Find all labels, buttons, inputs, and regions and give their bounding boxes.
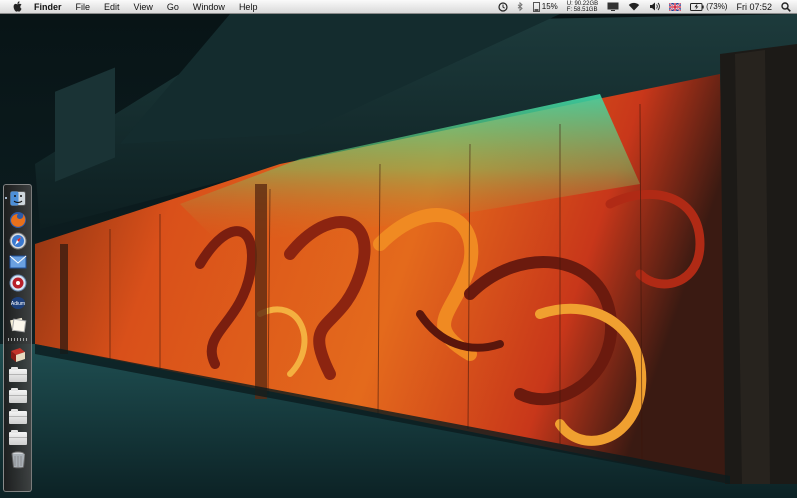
disk-usage[interactable]: U: 90.22GB F: 58.51GB [567,1,598,13]
battery-icon[interactable]: (73%) [690,2,727,11]
menu-view[interactable]: View [127,0,160,14]
menu-edit[interactable]: Edit [97,0,127,14]
firefox-icon [9,211,26,228]
apple-menu-icon[interactable] [10,1,24,12]
dock-mail[interactable] [8,252,28,271]
menu-bar: Finder File Edit View Go Window Help 15%… [0,0,797,14]
menu-finder[interactable]: Finder [34,0,69,14]
book-icon [10,347,25,362]
desktop-wallpaper [0,14,797,498]
dock-safari[interactable] [8,231,28,250]
running-indicator [4,197,7,199]
dock-trash[interactable] [8,450,28,469]
folder-icon [8,409,27,424]
cpu-meter-icon[interactable]: 15% [532,1,558,12]
folder-icon [8,388,27,403]
finder-icon [9,191,26,206]
preview-photos-icon [9,317,26,332]
dock-separator [7,338,28,341]
menu-help[interactable]: Help [232,0,265,14]
folder-icon [8,430,27,445]
itunes-icon [9,274,26,291]
dock-stack-folder-4[interactable] [8,429,28,448]
adium-label: Adium [10,301,24,307]
dock-adium[interactable]: Adium [8,294,28,313]
adium-icon: Adium [10,296,25,309]
input-menu-flag-icon[interactable] [669,2,682,11]
disk-free-value: 58.51GB [573,6,598,13]
menu-file[interactable]: File [69,0,98,14]
dock: Adium [3,184,32,492]
dock-stack-folder-1[interactable] [8,366,28,385]
dock-stack-folder-2[interactable] [8,387,28,406]
menu-window[interactable]: Window [186,0,232,14]
dock-itunes[interactable] [8,273,28,292]
folder-icon [8,367,27,382]
dock-firefox[interactable] [8,210,28,229]
dock-stack-folder-3[interactable] [8,408,28,427]
time-machine-icon[interactable] [498,1,508,12]
cpu-percent: 15% [541,2,558,11]
dock-stack-book[interactable] [8,345,28,364]
spotlight-search-icon[interactable] [781,1,791,12]
display-icon[interactable] [607,2,619,11]
trash-icon [11,451,25,468]
mail-icon [9,255,26,268]
menu-go[interactable]: Go [160,0,186,14]
safari-compass-icon [9,232,26,249]
menu-clock[interactable]: Fri 07:52 [736,2,772,12]
battery-percent: (73%) [706,2,728,11]
dock-finder[interactable] [4,189,28,208]
wifi-icon[interactable] [628,2,640,11]
volume-icon[interactable] [649,2,660,11]
bluetooth-icon[interactable] [517,1,524,12]
dock-preview[interactable] [8,315,28,334]
disk-free-label: F: [566,6,573,13]
